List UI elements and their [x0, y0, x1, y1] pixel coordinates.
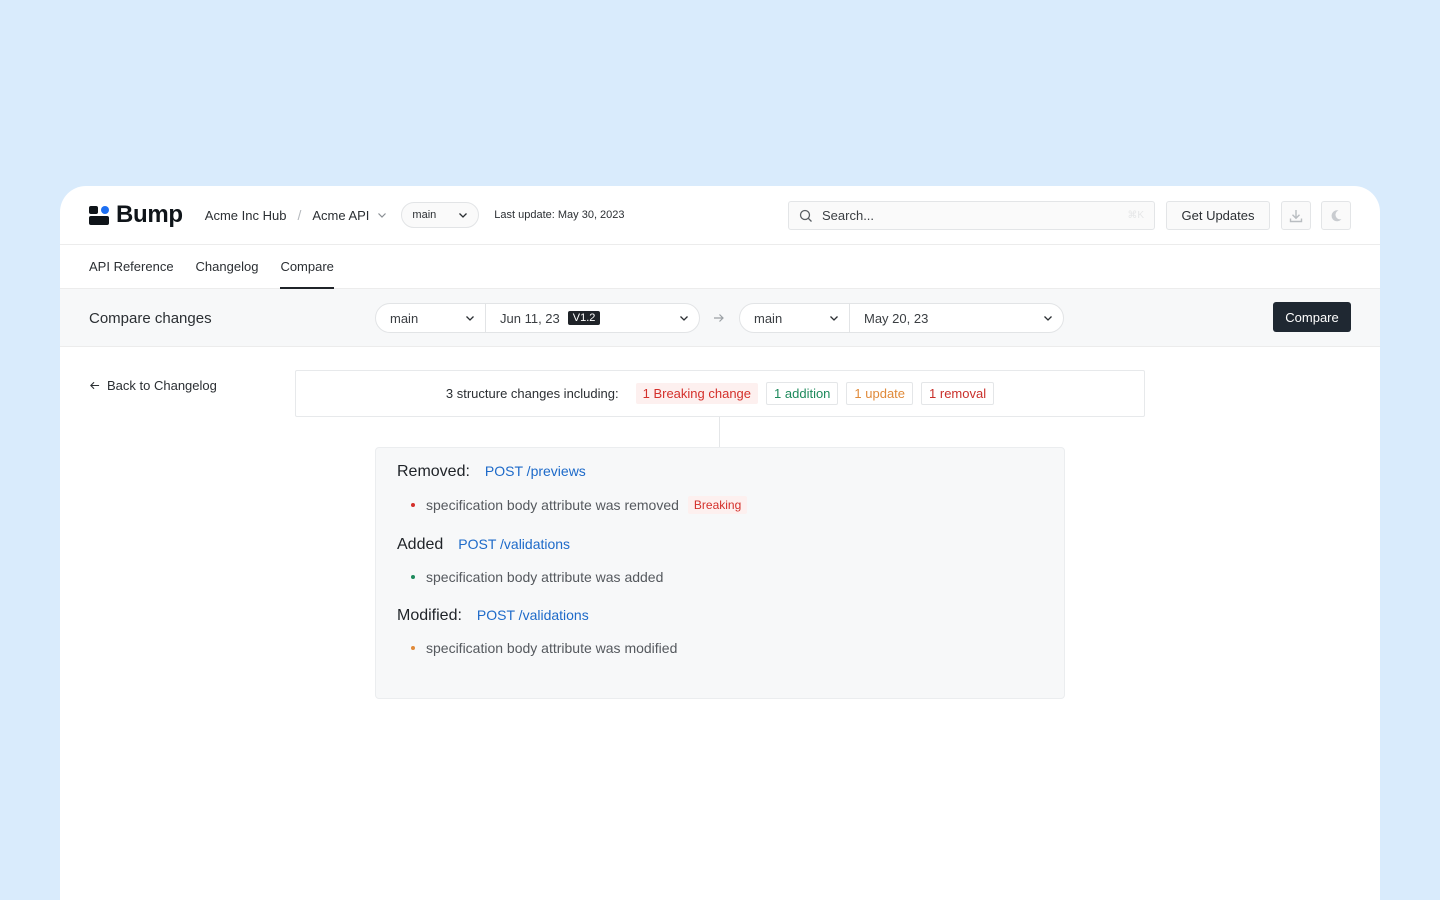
compare-title: Compare changes — [89, 310, 212, 327]
change-description: specification body attribute was modifie… — [426, 640, 678, 656]
back-to-changelog-link[interactable]: Back to Changelog — [89, 378, 217, 393]
download-button[interactable] — [1281, 201, 1311, 230]
from-branch-select[interactable]: main — [376, 304, 486, 332]
tab-api-reference[interactable]: API Reference — [89, 244, 174, 288]
download-icon — [1289, 209, 1303, 222]
endpoint-link[interactable]: POST /previews — [485, 463, 586, 479]
to-branch-select[interactable]: main — [740, 304, 850, 332]
list-item: specification body attribute was modifie… — [411, 640, 1043, 656]
last-update-text: Last update: May 30, 2023 — [494, 209, 625, 221]
from-version-select: main Jun 11, 23 V1.2 — [375, 303, 700, 333]
arrow-right-icon — [714, 314, 724, 322]
back-link-label: Back to Changelog — [107, 378, 217, 393]
dark-mode-toggle[interactable] — [1321, 201, 1351, 230]
to-branch-value: main — [754, 310, 783, 326]
endpoint-link[interactable]: POST /validations — [458, 536, 570, 552]
moon-icon — [1331, 209, 1342, 221]
compare-bar: Compare changes main Jun 11, 23 V1.2 mai… — [60, 289, 1380, 347]
breaking-badge: Breaking — [687, 496, 748, 514]
logo[interactable]: Bump — [89, 201, 183, 229]
tab-changelog[interactable]: Changelog — [196, 244, 259, 288]
breadcrumb-api-selector[interactable]: Acme API — [312, 208, 387, 223]
chevron-down-icon — [466, 316, 474, 321]
changes-summary: 3 structure changes including: 1 Breakin… — [295, 370, 1145, 417]
arrow-left-icon — [90, 381, 100, 390]
search-placeholder: Search... — [822, 208, 875, 223]
compare-button[interactable]: Compare — [1273, 302, 1351, 332]
to-date-value: May 20, 23 — [864, 310, 929, 326]
tab-compare[interactable]: Compare — [280, 244, 335, 289]
bullet-icon — [411, 503, 415, 507]
search-shortcut: ⌘K — [1127, 210, 1144, 221]
bump-logo-icon — [89, 205, 109, 225]
section-heading: Modified: — [397, 607, 462, 624]
get-updates-button[interactable]: Get Updates — [1166, 201, 1270, 230]
bullet-icon — [411, 575, 415, 579]
chevron-down-icon — [459, 213, 468, 218]
from-branch-value: main — [390, 310, 419, 326]
list-item: specification body attribute was removed… — [411, 496, 1043, 514]
chevron-down-icon — [1044, 316, 1052, 321]
section-heading: Removed: — [397, 463, 470, 480]
connector-line — [719, 417, 720, 447]
summary-label: 3 structure changes including: — [445, 386, 619, 401]
addition-chip[interactable]: 1 addition — [766, 382, 839, 405]
breadcrumb-separator: / — [297, 207, 302, 223]
list-item: specification body attribute was added — [411, 569, 1043, 585]
change-section-modified: Modified: POST /validations specificatio… — [397, 607, 1043, 656]
change-description: specification body attribute was added — [426, 569, 664, 585]
section-heading: Added — [397, 536, 444, 553]
from-date-select[interactable]: Jun 11, 23 V1.2 — [486, 304, 699, 332]
version-badge: V1.2 — [567, 311, 601, 325]
logo-text: Bump — [116, 201, 183, 228]
breadcrumb-api-label: Acme API — [312, 207, 370, 223]
bullet-icon — [411, 646, 415, 650]
breaking-change-chip[interactable]: 1 Breaking change — [635, 383, 759, 404]
change-section-removed: Removed: POST /previews specification bo… — [397, 463, 1043, 514]
removal-chip[interactable]: 1 removal — [921, 382, 995, 405]
from-date-value: Jun 11, 23 — [500, 310, 560, 326]
chevron-down-icon — [378, 213, 387, 218]
top-bar: Bump Acme Inc Hub / Acme API main Last u… — [60, 186, 1380, 245]
chevron-down-icon — [830, 316, 838, 321]
app-window: Bump Acme Inc Hub / Acme API main Last u… — [60, 186, 1380, 900]
changes-panel: Removed: POST /previews specification bo… — [375, 447, 1065, 699]
change-section-added: Added POST /validations specification bo… — [397, 536, 1043, 585]
branch-select[interactable]: main — [401, 202, 480, 228]
search-input[interactable]: Search... ⌘K — [788, 201, 1155, 230]
to-date-select[interactable]: May 20, 23 — [850, 304, 1063, 332]
branch-select-value: main — [412, 209, 437, 221]
chevron-down-icon — [680, 316, 688, 321]
tab-bar: API Reference Changelog Compare — [60, 245, 1380, 289]
update-chip[interactable]: 1 update — [846, 382, 914, 405]
breadcrumb-hub[interactable]: Acme Inc Hub — [205, 208, 287, 223]
endpoint-link[interactable]: POST /validations — [477, 607, 589, 623]
to-version-select: main May 20, 23 — [739, 303, 1064, 333]
change-description: specification body attribute was removed — [426, 497, 679, 513]
search-icon — [799, 209, 812, 222]
